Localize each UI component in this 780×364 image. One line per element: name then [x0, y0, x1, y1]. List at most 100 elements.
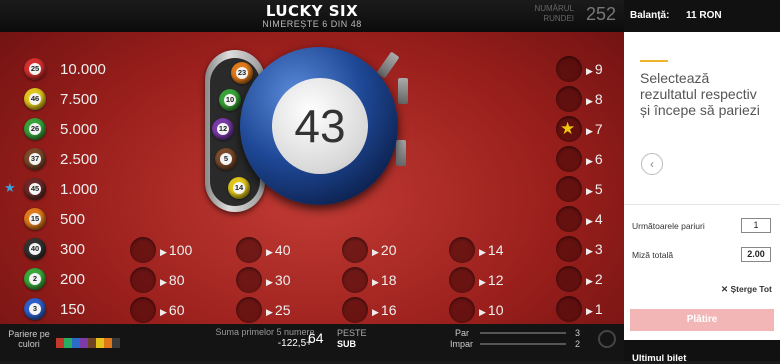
bet-slot-label-60: ▶ 60 — [160, 302, 185, 318]
drawn-ball-1: 25 — [24, 58, 46, 80]
bet-slot-100[interactable] — [130, 237, 156, 263]
round-label: NUMĂRUL RUNDEI — [534, 4, 574, 23]
bet-slot-right-1[interactable] — [556, 296, 582, 322]
even-count: 3 — [575, 328, 581, 338]
game-header: LUCKY SIX NIMEREȘTE 6 DIN 48 NUMĂRUL RUN… — [0, 0, 624, 32]
payout-odds-5: 1.000 — [60, 181, 98, 198]
bet-slot-right-8[interactable] — [556, 86, 582, 112]
clear-all-button[interactable]: ✕ Șterge Tot — [721, 284, 772, 295]
color-swatch-black[interactable] — [112, 338, 120, 348]
bet-slot-12[interactable] — [449, 267, 475, 293]
payout-odds-6: 500 — [60, 211, 86, 228]
payout-odds-7: 300 — [60, 241, 86, 258]
bet-slot-30[interactable] — [236, 267, 262, 293]
color-swatch-orange[interactable] — [104, 338, 112, 348]
bet-slot-label-18: ▶ 18 — [372, 272, 397, 288]
tube-ball-4: 5 — [215, 148, 237, 170]
bet-slot-right-9[interactable] — [556, 56, 582, 82]
total-stake-input[interactable]: 2.00 — [741, 247, 771, 262]
bet-slot-label-40: ▶ 40 — [266, 242, 291, 258]
panel-footer: Ultimul bilet — [624, 340, 780, 364]
balance-value: 11 RON — [686, 10, 722, 21]
bet-slot-10[interactable] — [449, 297, 475, 323]
bet-slot-right-label-4: ▶ 4 — [586, 211, 603, 227]
bet-slot-right-5[interactable] — [556, 176, 582, 202]
settings-icon[interactable] — [598, 330, 616, 348]
bet-slot-right-3[interactable] — [556, 236, 582, 262]
color-swatch-brown[interactable] — [88, 338, 96, 348]
panel-divider — [624, 204, 780, 205]
bet-slot-right-label-3: ▶ 3 — [586, 241, 603, 257]
bet-slot-label-100: ▶ 100 — [160, 242, 193, 258]
bet-slot-right-4[interactable] — [556, 206, 582, 232]
odd-bar — [480, 343, 566, 345]
bet-slot-right-label-9: ▶ 9 — [586, 61, 603, 77]
drum-bracket-right — [398, 78, 408, 104]
color-swatch-purple[interactable] — [80, 338, 88, 348]
odd-count: 2 — [575, 339, 581, 349]
tube-ball-5: 14 — [228, 177, 250, 199]
bet-slot-right-label-5: ▶ 5 — [586, 181, 603, 197]
payout-odds-1: 10.000 — [60, 61, 106, 78]
accent-line — [640, 60, 668, 62]
bet-slot-label-12: ▶ 12 — [479, 272, 504, 288]
bet-slot-label-25: ▶ 25 — [266, 302, 291, 318]
color-betting-label: Pariere pe culori — [8, 329, 50, 349]
color-swatch-green[interactable] — [64, 338, 72, 348]
payout-odds-4: 2.500 — [60, 151, 98, 168]
bet-slot-right-label-1: ▶ 1 — [586, 301, 603, 317]
next-bets-label: Următoarele pariuri — [632, 221, 705, 231]
even-bar — [480, 332, 566, 334]
color-swatch-red[interactable] — [56, 338, 64, 348]
panel-header: Balanță: 11 RON — [624, 0, 780, 32]
bet-slot-label-14: ▶ 14 — [479, 242, 504, 258]
drawn-ball-2: 46 — [24, 88, 46, 110]
star-bonus-icon: ★ — [4, 180, 16, 195]
bet-slot-14[interactable] — [449, 237, 475, 263]
payout-odds-2: 7.500 — [60, 91, 98, 108]
payout-odds-8: 200 — [60, 271, 86, 288]
total-stake-label: Miză totală — [632, 250, 674, 260]
drum-bracket-top — [376, 51, 400, 79]
bet-slot-right-label-7: ▶ 7 — [586, 121, 603, 137]
current-ball-number: 43 — [272, 78, 368, 174]
instruction-text: Selectează rezultatul respectiv și încep… — [640, 70, 760, 118]
bet-slot-label-10: ▶ 10 — [479, 302, 504, 318]
drum-bracket-lower — [396, 140, 406, 166]
bet-slot-20[interactable] — [342, 237, 368, 263]
color-swatch-yellow[interactable] — [96, 338, 104, 348]
bet-slot-80[interactable] — [130, 267, 156, 293]
drawn-ball-3: 26 — [24, 118, 46, 140]
bet-slot-right-6[interactable] — [556, 146, 582, 172]
sum-number: 64 — [308, 330, 324, 346]
under-label[interactable]: SUB — [337, 339, 356, 349]
bet-panel: Balanță: 11 RON Selectează rezultatul re… — [624, 0, 780, 364]
tube-ball-3: 12 — [212, 118, 234, 140]
payout-odds-9: 150 — [60, 301, 86, 318]
odd-label[interactable]: Impar — [450, 339, 473, 349]
bet-slot-18[interactable] — [342, 267, 368, 293]
place-bet-button[interactable]: Plătire — [630, 309, 774, 331]
even-label[interactable]: Par — [455, 328, 469, 338]
bet-slot-label-30: ▶ 30 — [266, 272, 291, 288]
bet-slot-40[interactable] — [236, 237, 262, 263]
tube-ball-2: 10 — [219, 89, 241, 111]
drawn-ball-8: 2 — [24, 268, 46, 290]
next-bets-input[interactable]: 1 — [741, 218, 771, 233]
bet-slot-16[interactable] — [342, 297, 368, 323]
bet-slot-label-16: ▶ 16 — [372, 302, 397, 318]
back-button[interactable]: ‹ — [641, 153, 663, 175]
color-swatch-blue[interactable] — [72, 338, 80, 348]
drawn-ball-6: 15 — [24, 208, 46, 230]
bet-slot-right-label-6: ▶ 6 — [586, 151, 603, 167]
bet-slot-25[interactable] — [236, 297, 262, 323]
bet-slot-label-20: ▶ 20 — [372, 242, 397, 258]
bet-slot-right-2[interactable] — [556, 266, 582, 292]
round-number: 252 — [585, 4, 616, 24]
bet-slot-60[interactable] — [130, 297, 156, 323]
over-label[interactable]: PESTE — [337, 328, 367, 338]
drawn-ball-7: 40 — [24, 238, 46, 260]
drawn-ball-4: 37 — [24, 148, 46, 170]
payout-odds-3: 5.000 — [60, 121, 98, 138]
balance-label: Balanță: — [630, 10, 670, 21]
